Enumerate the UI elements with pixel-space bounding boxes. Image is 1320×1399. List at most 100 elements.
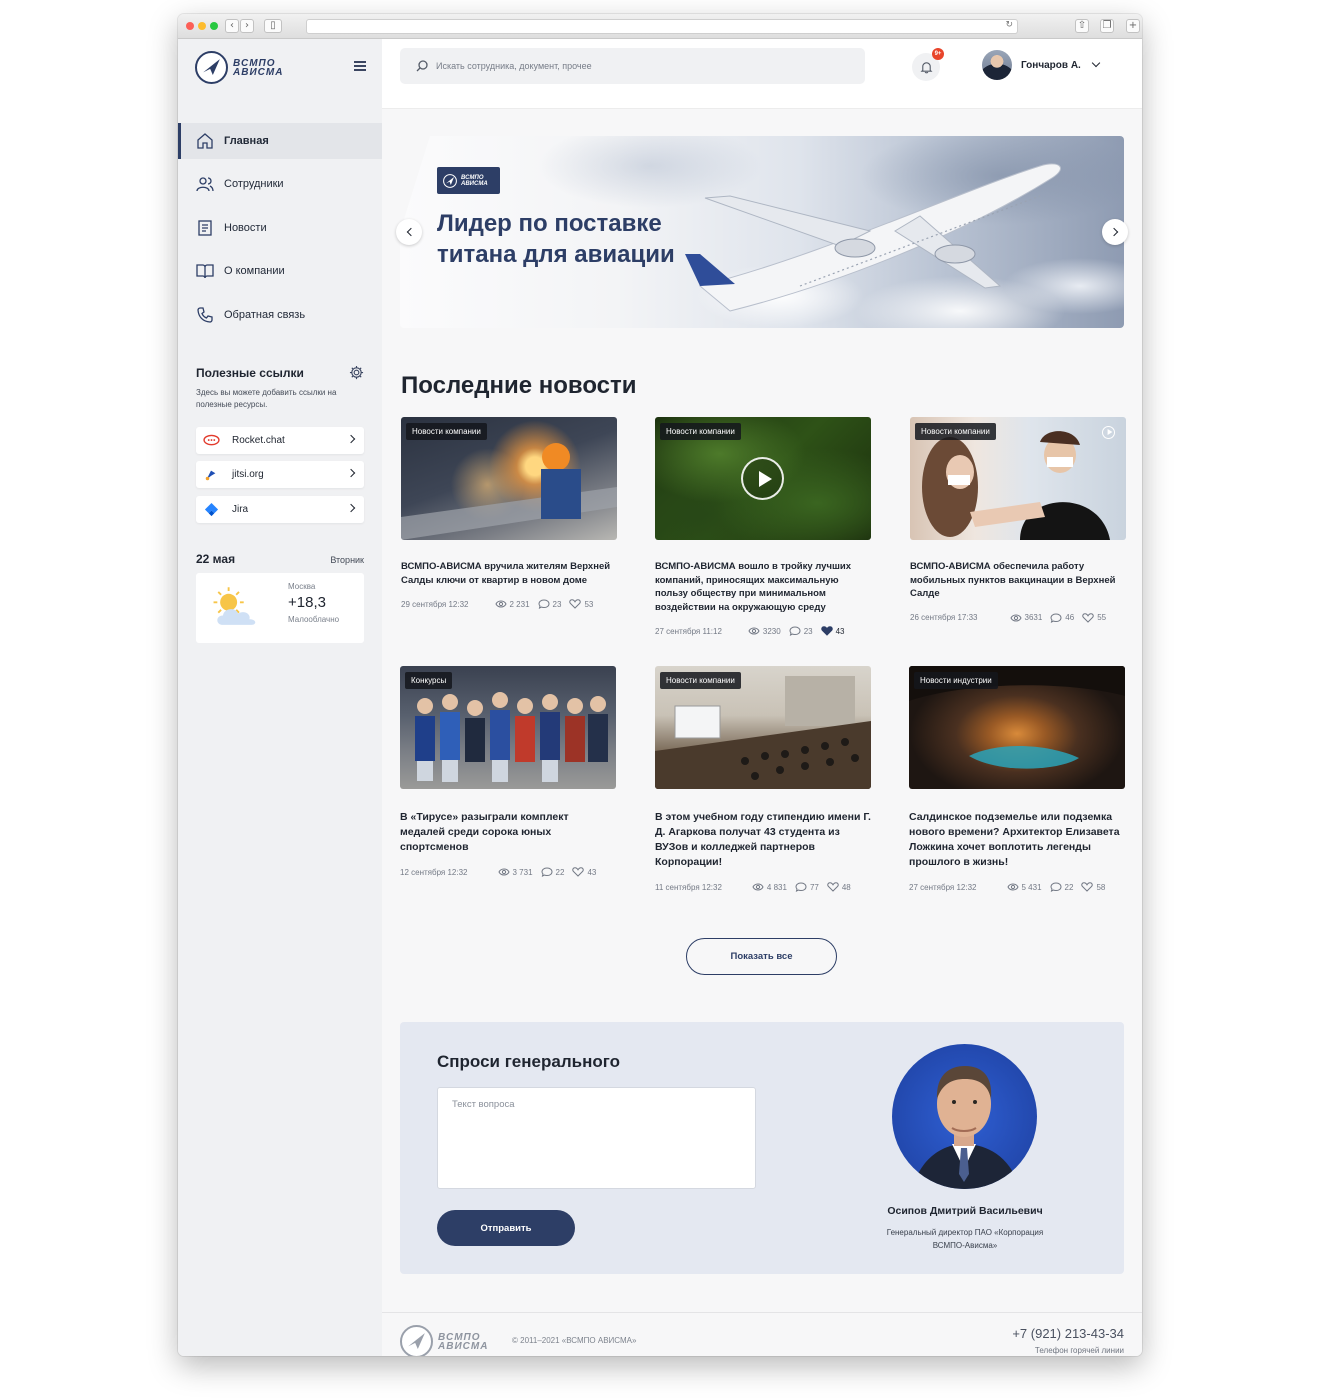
main-content: 9+ Гончаров А. В bbox=[382, 39, 1142, 1356]
hotline-phone[interactable]: +7 (921) 213-43-34 bbox=[1012, 1326, 1124, 1341]
news-tag: Конкурсы bbox=[405, 672, 453, 689]
news-card[interactable]: Новости индустрии Салдинское подземелье … bbox=[909, 666, 1125, 892]
maximize-window-button[interactable] bbox=[210, 22, 218, 30]
comment-icon bbox=[1050, 882, 1062, 892]
share-icon[interactable]: ⇧ bbox=[1075, 19, 1089, 33]
phone-icon bbox=[197, 307, 213, 323]
date-weekday: Вторник bbox=[330, 555, 364, 565]
user-menu[interactable]: Гончаров А. bbox=[982, 50, 1101, 80]
minimize-window-button[interactable] bbox=[198, 22, 206, 30]
news-meta: 26 сентября 17:33 3631 46 55 bbox=[910, 612, 1126, 623]
news-comments: 77 bbox=[809, 882, 819, 892]
date-day: 22 мая bbox=[196, 552, 236, 566]
latest-news-title: Последние новости bbox=[401, 372, 637, 399]
news-card[interactable]: Новости компании ВСМПО-АВИСМА вручила жи… bbox=[401, 417, 617, 609]
reload-icon[interactable]: ↻ bbox=[1005, 20, 1013, 30]
news-meta: 12 сентября 12:32 3 731 22 43 bbox=[400, 867, 616, 877]
news-title[interactable]: Салдинское подземелье или подземка новог… bbox=[909, 810, 1125, 870]
news-likes: 55 bbox=[1097, 613, 1107, 622]
search-icon bbox=[416, 60, 428, 72]
search-box[interactable] bbox=[400, 48, 865, 84]
nav-item-home[interactable]: Главная bbox=[178, 123, 382, 159]
hotline-label: Телефон горячей линии bbox=[1034, 1346, 1124, 1355]
news-image-kids-medals: Конкурсы bbox=[400, 666, 616, 789]
link-label: Jira bbox=[232, 504, 249, 515]
news-meta: 27 сентября 11:12 3230 23 43 bbox=[655, 626, 871, 636]
heart-icon bbox=[827, 882, 839, 892]
send-button[interactable]: Отправить bbox=[437, 1210, 575, 1246]
back-icon[interactable]: ‹ bbox=[225, 19, 239, 33]
nav-item-news[interactable]: Новости bbox=[178, 210, 382, 246]
eye-icon bbox=[497, 868, 510, 876]
link-jitsi[interactable]: jitsi.org bbox=[196, 461, 364, 488]
jitsi-icon bbox=[202, 467, 220, 483]
forward-icon[interactable]: › bbox=[240, 19, 254, 33]
new-tab-icon[interactable]: + bbox=[1126, 19, 1140, 33]
hero-banner[interactable]: ВСМПО АВИСМА Лидер по поставке титана дл… bbox=[400, 136, 1124, 328]
tabs-icon[interactable]: ❐ bbox=[1100, 19, 1114, 33]
question-textarea[interactable] bbox=[437, 1087, 756, 1189]
banner-prev-button[interactable] bbox=[396, 219, 422, 245]
news-tag: Новости компании bbox=[660, 423, 741, 440]
comment-icon bbox=[538, 599, 550, 609]
comment-icon bbox=[789, 626, 801, 636]
notifications-button[interactable]: 9+ bbox=[912, 48, 944, 81]
eye-icon bbox=[1009, 614, 1022, 621]
nav-item-feedback[interactable]: Обратная связь bbox=[178, 297, 382, 333]
news-image-welding: Новости компании bbox=[401, 417, 617, 540]
news-views: 3631 bbox=[1024, 613, 1043, 622]
news-likes: 43 bbox=[835, 626, 845, 636]
news-likes: 58 bbox=[1096, 882, 1106, 892]
news-date: 11 сентября 12:32 bbox=[655, 882, 722, 892]
nav-item-about[interactable]: О компании bbox=[178, 253, 382, 289]
link-label: jitsi.org bbox=[232, 469, 264, 480]
news-date: 12 сентября 12:32 bbox=[400, 867, 468, 877]
nav-item-employees[interactable]: Сотрудники bbox=[178, 166, 382, 202]
ceo-role: Генеральный директор ПАО «Корпорация ВСМ… bbox=[886, 1228, 1044, 1250]
news-title[interactable]: ВСМПО-АВИСМА вручила жителям Верхней Сал… bbox=[401, 560, 617, 587]
close-window-button[interactable] bbox=[186, 22, 194, 30]
chevron-right-icon bbox=[346, 434, 356, 444]
search-input[interactable] bbox=[436, 61, 836, 71]
news-card[interactable]: Конкурсы В «Тирусе» разыграли комплект м… bbox=[400, 666, 616, 877]
useful-links-description: Здесь вы можете добавить ссылки на полез… bbox=[196, 388, 337, 409]
news-card[interactable]: Новости компании В этом учебном году сти… bbox=[655, 666, 871, 892]
link-label: Rocket.chat bbox=[232, 435, 285, 446]
banner-next-button[interactable] bbox=[1102, 219, 1128, 245]
footer-logo[interactable]: ВСМПО АВИСМА bbox=[400, 1325, 488, 1356]
news-title[interactable]: ВСМПО-АВИСМА вошло в тройку лучших компа… bbox=[655, 560, 871, 614]
news-title[interactable]: В «Тирусе» разыграли комплект медалей ср… bbox=[400, 810, 616, 855]
eye-icon bbox=[494, 600, 507, 608]
menu-burger-icon[interactable] bbox=[354, 61, 366, 71]
eye-icon bbox=[1006, 883, 1019, 891]
nav-item-label: Сотрудники bbox=[224, 178, 284, 190]
address-bar[interactable]: ↻ bbox=[306, 19, 1018, 34]
top-bar: 9+ Гончаров А. bbox=[382, 39, 1142, 109]
news-image-vaccination: Новости компании bbox=[910, 417, 1126, 540]
show-all-button[interactable]: Показать все bbox=[686, 938, 837, 975]
gear-icon[interactable] bbox=[349, 365, 364, 380]
news-date: 27 сентября 12:32 bbox=[909, 882, 977, 892]
news-meta: 29 сентября 12:32 2 231 23 53 bbox=[401, 599, 617, 609]
chevron-right-icon bbox=[346, 503, 356, 513]
weather-temp: +18,3 bbox=[288, 594, 326, 611]
banner-logo-line-2: АВИСМА bbox=[461, 180, 488, 187]
banner-logo-line-1: ВСМПО bbox=[461, 174, 484, 181]
news-card[interactable]: Новости компании ВСМПО-АВИСМА вошло в тр… bbox=[655, 417, 871, 636]
play-video-button[interactable] bbox=[1102, 426, 1115, 439]
banner-title: Лидер по поставке титана для авиации bbox=[437, 210, 675, 268]
book-icon bbox=[196, 264, 214, 279]
news-card[interactable]: Новости компании ВСМПО-АВИСМА обеспечила… bbox=[910, 417, 1126, 623]
news-views: 3 731 bbox=[512, 867, 533, 877]
news-title[interactable]: ВСМПО-АВИСМА обеспечила работу мобильных… bbox=[910, 560, 1126, 601]
play-video-button[interactable] bbox=[741, 457, 784, 500]
sidebar-logo[interactable]: ВСМПО АВИСМА bbox=[195, 51, 283, 84]
news-title[interactable]: В этом учебном году стипендию имени Г. Д… bbox=[655, 810, 871, 870]
date-row: 22 мая Вторник bbox=[196, 552, 364, 566]
link-jira[interactable]: Jira bbox=[196, 496, 364, 523]
news-image-leaves: Новости компании bbox=[655, 417, 871, 540]
link-rocket-chat[interactable]: Rocket.chat bbox=[196, 427, 364, 454]
news-date: 29 сентября 12:32 bbox=[401, 599, 469, 609]
sidebar-toggle-icon[interactable]: ▯ bbox=[264, 19, 282, 33]
news-comments: 23 bbox=[803, 626, 813, 636]
